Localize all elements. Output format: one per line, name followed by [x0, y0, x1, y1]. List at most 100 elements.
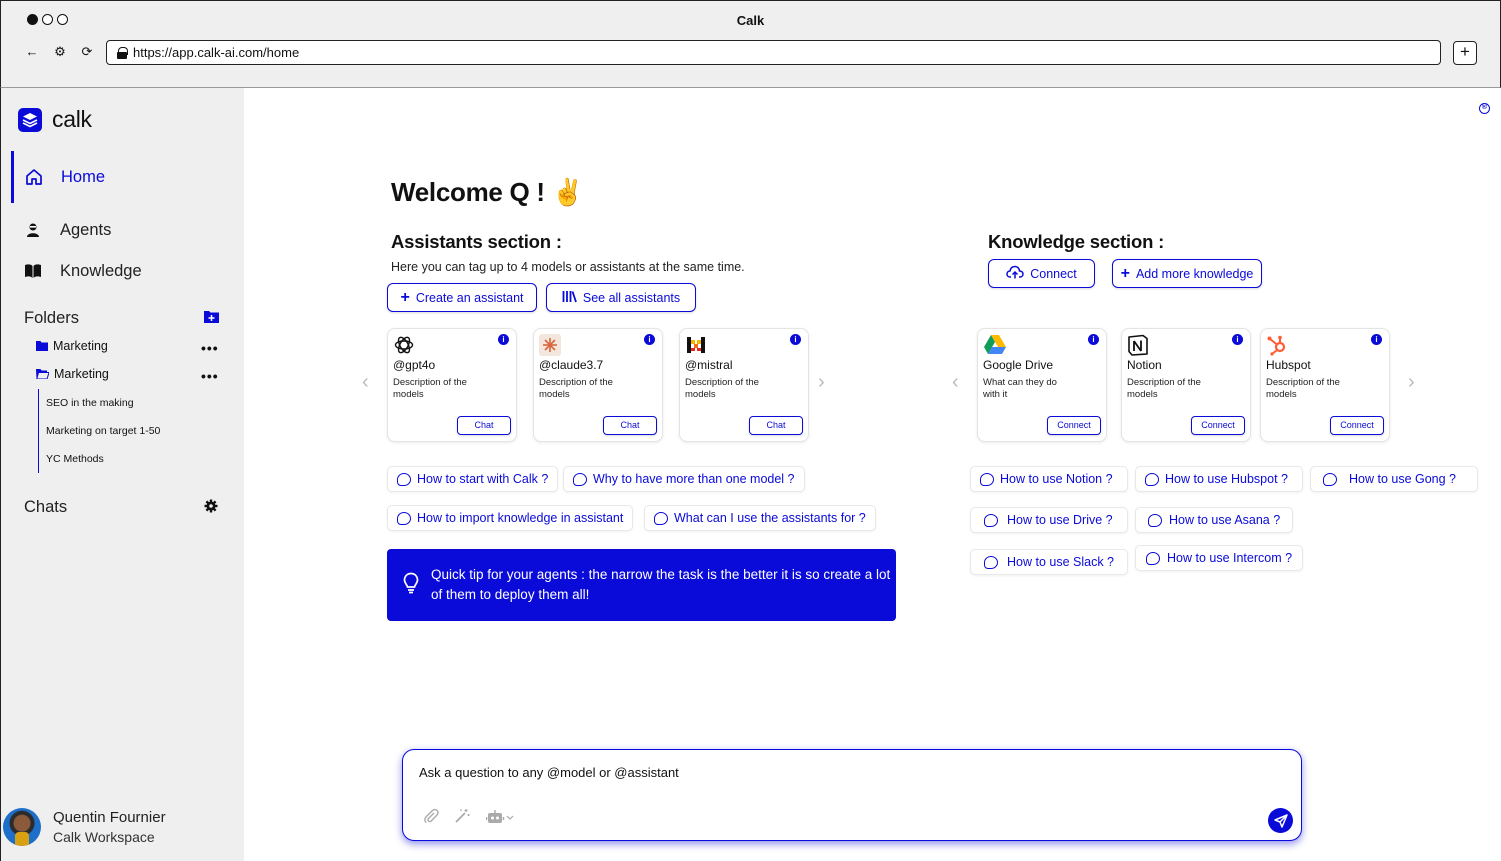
- help-chip[interactable]: How to use Gong ?: [1310, 466, 1478, 492]
- add-knowledge-label: Add more knowledge: [1135, 266, 1254, 281]
- help-chip[interactable]: How to use Asana ?: [1135, 507, 1293, 533]
- info-icon[interactable]: i: [1232, 334, 1243, 345]
- back-icon[interactable]: ←: [24, 44, 40, 59]
- nav-item-knowledge[interactable]: Knowledge: [11, 245, 245, 297]
- create-assistant-label: Create an assistant: [415, 290, 524, 305]
- browser-chrome: Calk ← ⚙ ⟳ https://app.calk-ai.com/home …: [0, 0, 1501, 88]
- subfolder-item[interactable]: Marketing on target 1-50: [46, 417, 160, 445]
- folder-label: Marketing: [54, 367, 109, 381]
- chat-button[interactable]: Chat: [603, 416, 657, 435]
- quick-tip-banner: Quick tip for your agents : the narrow t…: [387, 549, 896, 621]
- connect-source-button[interactable]: Connect: [1191, 416, 1245, 435]
- chat-bubble-icon: [1148, 513, 1162, 527]
- connect-source-button[interactable]: Connect: [1047, 416, 1101, 435]
- card-name: @mistral: [685, 358, 733, 372]
- chat-bubble-icon: [1323, 472, 1337, 486]
- chat-bubble-icon: [1145, 472, 1159, 486]
- chevron-right-icon[interactable]: ›: [1408, 371, 1415, 394]
- connect-source-button[interactable]: Connect: [1330, 416, 1384, 435]
- assistant-card[interactable]: i @mistral Description of the models Cha…: [679, 328, 809, 442]
- avatar: [3, 808, 41, 846]
- magic-wand-icon[interactable]: [454, 808, 470, 827]
- chat-bubble-icon: [984, 555, 998, 569]
- send-button[interactable]: [1268, 808, 1293, 833]
- library-icon: [562, 290, 577, 306]
- help-chip[interactable]: How to import knowledge in assistant: [387, 505, 634, 531]
- help-chip[interactable]: How to use Intercom ?: [1135, 545, 1303, 571]
- card-name: Google Drive: [983, 358, 1054, 372]
- chip-label: How to use Gong ?: [1349, 472, 1457, 486]
- plus-icon: +: [1120, 264, 1130, 282]
- chat-bubble-icon: [573, 472, 587, 486]
- copyright-icon: ®: [1479, 103, 1490, 114]
- reload-icon[interactable]: ⟳: [79, 44, 95, 60]
- assistant-card[interactable]: i @claude3.7 Description of the models C…: [533, 328, 663, 442]
- assistant-card[interactable]: i @gpt4o Description of the models Chat: [387, 328, 517, 442]
- help-chip[interactable]: Why to have more than one model ?: [563, 466, 805, 492]
- nav-item-home[interactable]: Home: [11, 151, 245, 203]
- folder-icon: [36, 341, 48, 351]
- settings-icon[interactable]: ⚙: [52, 44, 68, 60]
- info-icon[interactable]: i: [1371, 334, 1382, 345]
- subfolder-list: SEO in the making Marketing on target 1-…: [38, 389, 160, 473]
- knowledge-heading: Knowledge section :: [988, 231, 1165, 252]
- chip-label: How to use Asana ?: [1169, 513, 1281, 527]
- chevron-right-icon[interactable]: ›: [818, 371, 825, 394]
- sidebar: calk Home Agents Knowledge Folders Marke…: [0, 88, 244, 861]
- see-all-assistants-button[interactable]: See all assistants: [546, 283, 696, 312]
- help-chip[interactable]: How to use Hubspot ?: [1135, 466, 1303, 492]
- connect-button[interactable]: Connect: [988, 259, 1095, 288]
- add-folder-icon[interactable]: [204, 310, 219, 328]
- add-knowledge-button[interactable]: + Add more knowledge: [1112, 259, 1262, 288]
- create-assistant-button[interactable]: + Create an assistant: [387, 283, 537, 312]
- message-input[interactable]: Ask a question to any @model or @assista…: [419, 765, 679, 780]
- info-icon[interactable]: i: [1088, 334, 1099, 345]
- subfolder-item[interactable]: YC Methods: [46, 445, 160, 473]
- folder-more-icon[interactable]: •••: [201, 368, 219, 384]
- new-tab-button[interactable]: +: [1453, 41, 1477, 65]
- knowledge-card[interactable]: i Notion Description of the models Conne…: [1121, 328, 1251, 442]
- user-name: Quentin Fournier: [53, 809, 166, 826]
- help-chip[interactable]: How to use Notion ?: [970, 466, 1128, 492]
- attach-icon[interactable]: [423, 808, 439, 827]
- help-chip[interactable]: How to use Slack ?: [970, 549, 1128, 575]
- window-title: Calk: [736, 13, 765, 28]
- subfolder-item[interactable]: SEO in the making: [46, 389, 160, 417]
- claude-icon: [539, 334, 561, 356]
- chats-settings-icon[interactable]: [204, 499, 218, 518]
- logo[interactable]: calk: [18, 106, 92, 133]
- chat-button[interactable]: Chat: [457, 416, 511, 435]
- quick-tip-text: Quick tip for your agents : the narrow t…: [431, 567, 891, 602]
- info-icon[interactable]: i: [498, 334, 509, 345]
- help-chip[interactable]: How to start with Calk ?: [387, 466, 559, 492]
- folder-item[interactable]: Marketing: [36, 339, 108, 353]
- folder-more-icon[interactable]: •••: [201, 340, 219, 356]
- knowledge-card[interactable]: i Google Drive What can they do with it …: [977, 328, 1107, 442]
- chat-bubble-icon: [397, 511, 411, 525]
- card-name: @gpt4o: [393, 358, 436, 372]
- info-icon[interactable]: i: [790, 334, 801, 345]
- chip-label: How to use Slack ?: [1007, 555, 1114, 569]
- folder-open-icon: [36, 369, 49, 379]
- chip-label: How to use Drive ?: [1007, 513, 1113, 527]
- chevron-left-icon[interactable]: ‹: [952, 371, 959, 394]
- help-chip[interactable]: What can I use the assistants for ?: [644, 505, 876, 531]
- chevron-left-icon[interactable]: ‹: [362, 371, 369, 394]
- robot-icon[interactable]: [485, 808, 516, 827]
- logo-text: calk: [52, 106, 92, 132]
- info-icon[interactable]: i: [644, 334, 655, 345]
- address-bar[interactable]: https://app.calk-ai.com/home: [106, 40, 1441, 65]
- chat-button[interactable]: Chat: [749, 416, 803, 435]
- help-chip[interactable]: How to use Drive ?: [970, 507, 1128, 533]
- knowledge-card[interactable]: i Hubspot Description of the models Conn…: [1260, 328, 1390, 442]
- user-profile[interactable]: Quentin Fournier Calk Workspace: [3, 808, 166, 846]
- chip-label: What can I use the assistants for ?: [674, 511, 866, 525]
- chip-label: How to use Notion ?: [1000, 472, 1113, 486]
- send-icon: [1273, 813, 1288, 828]
- nav-label-knowledge: Knowledge: [60, 261, 142, 280]
- chat-bubble-icon: [397, 472, 411, 486]
- google-drive-icon: [983, 334, 1006, 356]
- card-description: Description of the models: [1266, 377, 1340, 400]
- hubspot-icon: [1266, 334, 1288, 356]
- folder-item[interactable]: Marketing: [36, 367, 109, 381]
